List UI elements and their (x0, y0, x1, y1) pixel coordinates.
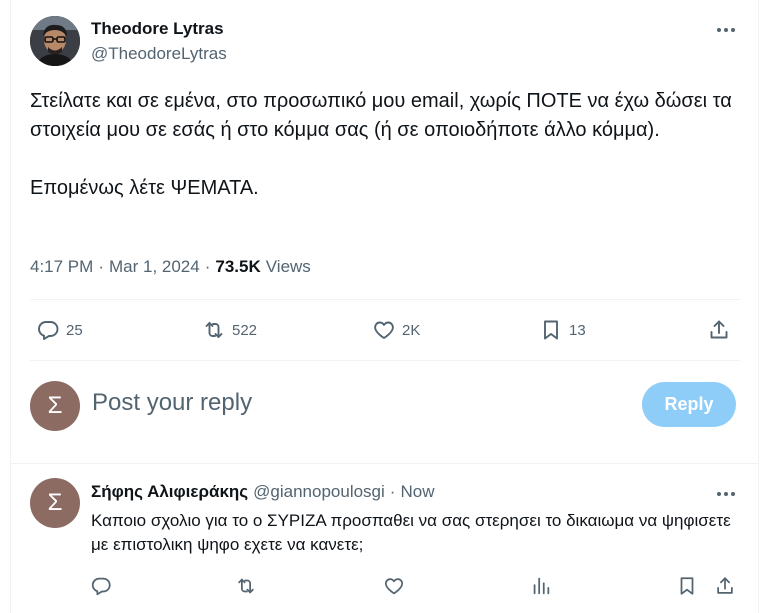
comment-icon (38, 321, 59, 340)
reply-author-avatar[interactable]: Σ (30, 478, 80, 528)
bookmark-action-button[interactable]: 13 (539, 316, 586, 344)
repost-action-button[interactable]: 522 (202, 316, 257, 344)
reply-more-options-button[interactable] (713, 482, 739, 506)
reply-author-name[interactable]: Σήφης Αλιφιεράκης (91, 482, 248, 502)
author-photo-icon (30, 16, 80, 66)
reply-action-bar (90, 572, 740, 598)
bookmark-count: 13 (569, 321, 586, 339)
meta-separator: · (98, 257, 104, 276)
more-horizontal-icon (717, 492, 735, 496)
like-action-button[interactable]: 2K (372, 316, 420, 344)
views-count[interactable]: 73.5K (215, 257, 260, 277)
comment-icon (91, 577, 111, 596)
reply-header: Σήφης Αλιφιεράκης @giannopoulosgi · Now (91, 482, 434, 502)
tweet-date[interactable]: Mar 1, 2024 (109, 257, 200, 277)
reply-time[interactable]: Now (400, 482, 434, 502)
composer-avatar[interactable]: Σ (30, 381, 80, 431)
repost-count: 522 (232, 321, 258, 339)
views-label: Views (265, 257, 311, 276)
tweet-text: Στείλατε και σε εμένα, στο προσωπικό μου… (30, 90, 732, 199)
bookmark-icon (544, 320, 558, 340)
divider (30, 299, 740, 300)
share-action-button[interactable] (707, 316, 731, 344)
author-handle[interactable]: @TheodoreLytras (91, 44, 227, 64)
reply-text: Καποιο σχολιο για το ο ΣΥΡΙΖΑ προσπαθει … (91, 511, 731, 554)
tweet-meta: 4:17 PM · Mar 1, 2024 · 73.5K Views (30, 257, 311, 277)
author-name[interactable]: Theodore Lytras (91, 19, 224, 39)
reply-bookmark-button[interactable] (676, 572, 698, 600)
heart-icon (385, 578, 403, 595)
tweet-time[interactable]: 4:17 PM (30, 257, 93, 277)
reply-share-button[interactable] (714, 572, 736, 600)
reply-count: 25 (66, 321, 83, 339)
like-count: 2K (402, 321, 421, 339)
reply-button[interactable]: Reply (642, 382, 736, 427)
repost-icon (205, 322, 223, 338)
reply-like-button[interactable] (383, 572, 405, 600)
author-avatar[interactable] (30, 16, 80, 66)
divider (30, 360, 740, 361)
analytics-icon (533, 577, 550, 595)
reply-input[interactable]: Post your reply (92, 389, 252, 417)
share-icon (717, 577, 733, 594)
reply-separator: · (389, 482, 396, 501)
reply-action-button[interactable]: 25 (36, 316, 83, 344)
more-horizontal-icon (717, 28, 735, 32)
reply-author-handle[interactable]: @giannopoulosgi (253, 482, 385, 502)
reply-comment-button[interactable] (90, 572, 112, 600)
section-divider (10, 463, 759, 464)
more-options-button[interactable] (713, 18, 739, 42)
heart-icon (374, 321, 394, 339)
bookmark-icon (680, 577, 694, 595)
tweet-action-bar: 25 522 2K 13 (36, 316, 736, 344)
repost-icon (238, 578, 254, 594)
meta-separator: · (204, 257, 211, 276)
reply-repost-button[interactable] (235, 572, 257, 600)
share-icon (710, 320, 728, 339)
reply-analytics-button[interactable] (530, 572, 552, 600)
